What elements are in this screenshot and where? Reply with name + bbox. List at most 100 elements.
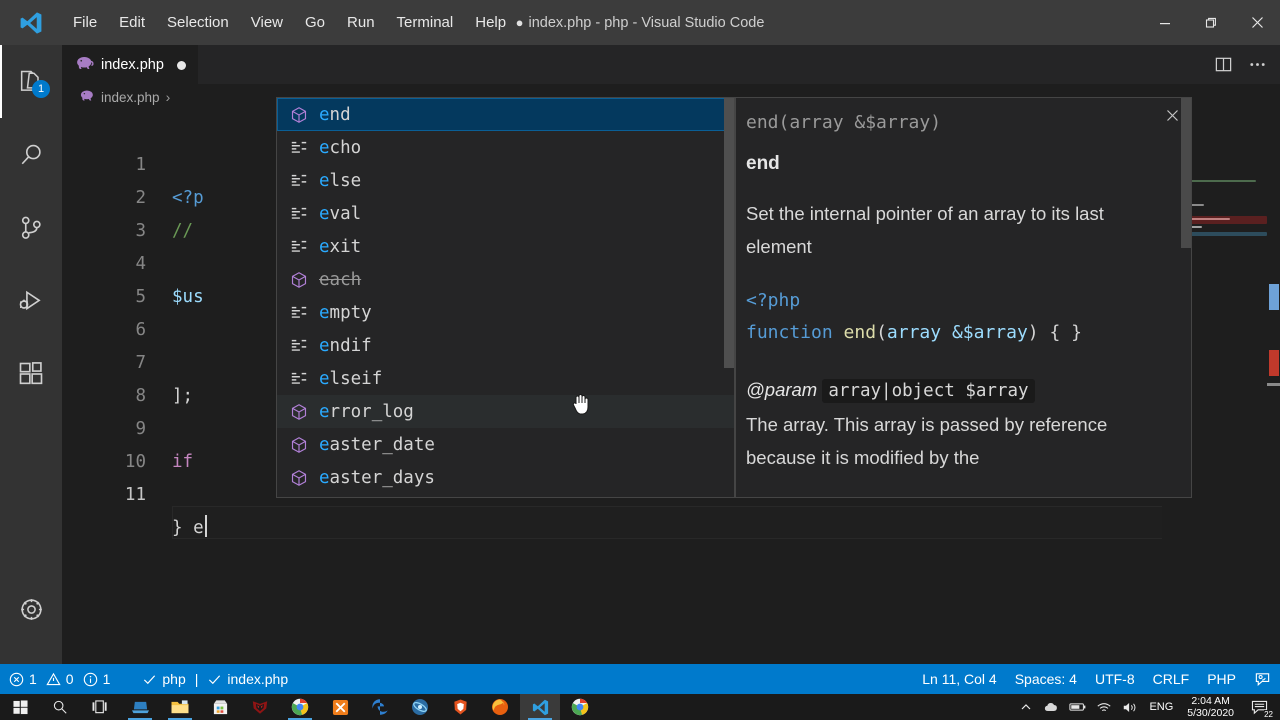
status-indentation[interactable]: Spaces: 4: [1006, 664, 1086, 694]
suggestion-label: each: [319, 269, 362, 290]
taskbar-item-microsoft-store[interactable]: [200, 694, 240, 720]
method-cube-icon: [289, 468, 309, 488]
details-scrollbar-thumb[interactable]: [1181, 98, 1191, 248]
function-description: Set the internal pointer of an array to …: [746, 203, 1104, 257]
taskbar-item-firefox[interactable]: [480, 694, 520, 720]
details-content: end(array &$array) end Set the internal …: [736, 98, 1191, 474]
check-icon: [209, 674, 221, 684]
start-button[interactable]: [0, 694, 40, 720]
status-php-check[interactable]: php | index.php: [133, 664, 297, 694]
status-encoding[interactable]: UTF-8: [1086, 664, 1144, 694]
show-hidden-icons-button[interactable]: [1013, 694, 1039, 720]
close-details-button[interactable]: [1161, 104, 1183, 126]
suggestion-label: echo: [319, 137, 362, 158]
taskbar-item-vscode[interactable]: [520, 694, 560, 720]
sidebar-item-extensions[interactable]: [0, 337, 62, 410]
menu-help[interactable]: Help: [464, 11, 517, 34]
suggestion-item[interactable]: each: [277, 263, 734, 296]
suggestion-item[interactable]: end: [277, 98, 734, 131]
menu-selection[interactable]: Selection: [156, 11, 240, 34]
sidebar-item-run-and-debug[interactable]: [0, 264, 62, 337]
breadcrumb-item-file[interactable]: index.php: [101, 90, 160, 105]
clock[interactable]: 2:04 AM 5/30/2020: [1179, 695, 1242, 719]
menu-view[interactable]: View: [240, 11, 294, 34]
status-problems[interactable]: 1 0 1: [0, 664, 119, 694]
clock-date: 5/30/2020: [1187, 707, 1234, 719]
brave-icon: [453, 699, 467, 715]
info-count: 1: [102, 671, 111, 687]
suggestion-item[interactable]: error_log: [277, 395, 734, 428]
taskbar-item-atom[interactable]: [400, 694, 440, 720]
split-editor-button[interactable]: [1208, 50, 1238, 80]
more-actions-button[interactable]: [1242, 50, 1272, 80]
status-language-mode[interactable]: PHP: [1198, 664, 1245, 694]
suggestion-scrollbar-thumb[interactable]: [724, 98, 734, 368]
menu-edit[interactable]: Edit: [108, 11, 156, 34]
suggestion-item[interactable]: easter_date: [277, 428, 734, 461]
php-elephant-icon: [76, 54, 94, 76]
extensions-icon: [19, 361, 43, 384]
tab-index-php[interactable]: index.php: [62, 45, 198, 84]
menu-go[interactable]: Go: [294, 11, 336, 34]
suggestion-label: error_log: [319, 401, 414, 422]
suggestion-item[interactable]: endif: [277, 329, 734, 362]
status-php-label: php: [162, 671, 186, 687]
suggestion-details-panel[interactable]: end(array &$array) end Set the internal …: [735, 97, 1192, 498]
menu-bar: File Edit Selection View Go Run Terminal…: [62, 11, 517, 34]
onedrive-tray-icon[interactable]: [1039, 694, 1065, 720]
overview-ruler[interactable]: [1267, 110, 1280, 664]
suggestion-scrollbar[interactable]: [724, 98, 734, 497]
menu-file[interactable]: File: [62, 11, 108, 34]
volume-tray-icon[interactable]: [1117, 694, 1143, 720]
taskbar-item-predator-sense[interactable]: [240, 694, 280, 720]
taskbar-item-chrome[interactable]: [280, 694, 320, 720]
function-code-sample: <?php function end(array &$array) { }: [746, 290, 1082, 343]
menu-terminal[interactable]: Terminal: [386, 11, 465, 34]
close-button[interactable]: [1234, 0, 1280, 45]
suggestion-item[interactable]: else: [277, 164, 734, 197]
sidebar-item-search[interactable]: [0, 118, 62, 191]
suggestion-item[interactable]: empty: [277, 296, 734, 329]
sidebar-item-settings[interactable]: [0, 573, 62, 646]
keyword-lines-icon: [289, 171, 309, 191]
language-indicator[interactable]: ENG: [1143, 694, 1179, 720]
text-cursor: [204, 515, 207, 537]
status-bar: 1 0 1 php | index.php Ln 11, Col 4 Space…: [0, 664, 1280, 694]
status-cursor-position[interactable]: Ln 11, Col 4: [913, 664, 1005, 694]
store-icon: [213, 699, 227, 714]
chevron-up-icon: [1022, 704, 1031, 710]
suggestion-item[interactable]: elseif: [277, 362, 734, 395]
suggestion-label: else: [319, 170, 362, 191]
feedback-smiley-icon: [1255, 672, 1270, 686]
maximize-restore-button[interactable]: [1188, 0, 1234, 45]
battery-tray-icon[interactable]: [1065, 694, 1091, 720]
suggestion-item[interactable]: echo: [277, 131, 734, 164]
status-eol[interactable]: CRLF: [1144, 664, 1199, 694]
taskbar-item-file-explorer[interactable]: [160, 694, 200, 720]
suggestion-item[interactable]: eval: [277, 197, 734, 230]
tab-dirty-dot[interactable]: [176, 60, 186, 70]
taskbar-item-edge[interactable]: [360, 694, 400, 720]
sidebar-item-explorer[interactable]: 1: [0, 45, 62, 118]
suggestion-item[interactable]: easter_days: [277, 461, 734, 494]
notifications-button[interactable]: 22: [1242, 694, 1276, 720]
keyword-lines-icon: [289, 336, 309, 356]
taskbar-search-button[interactable]: [40, 694, 80, 720]
suggestion-item[interactable]: exit: [277, 230, 734, 263]
minimize-button[interactable]: [1142, 0, 1188, 45]
taskbar-item-xampp[interactable]: [320, 694, 360, 720]
error-count: 1: [29, 671, 37, 687]
wifi-tray-icon[interactable]: [1091, 694, 1117, 720]
taskbar-item-brave[interactable]: [440, 694, 480, 720]
taskbar-item-chrome-2[interactable]: [560, 694, 600, 720]
param-tag: @param: [746, 379, 818, 400]
overview-decoration-mark: [1267, 383, 1280, 386]
onedrive-icon: [1045, 703, 1058, 711]
task-view-button[interactable]: [80, 694, 120, 720]
menu-run[interactable]: Run: [336, 11, 386, 34]
taskbar-item-laptop[interactable]: [120, 694, 160, 720]
sidebar-item-source-control[interactable]: [0, 191, 62, 264]
suggestion-list[interactable]: end echo else eval exit each empty endif…: [276, 97, 735, 498]
status-feedback-button[interactable]: [1245, 664, 1280, 694]
tab-label: index.php: [101, 57, 164, 73]
